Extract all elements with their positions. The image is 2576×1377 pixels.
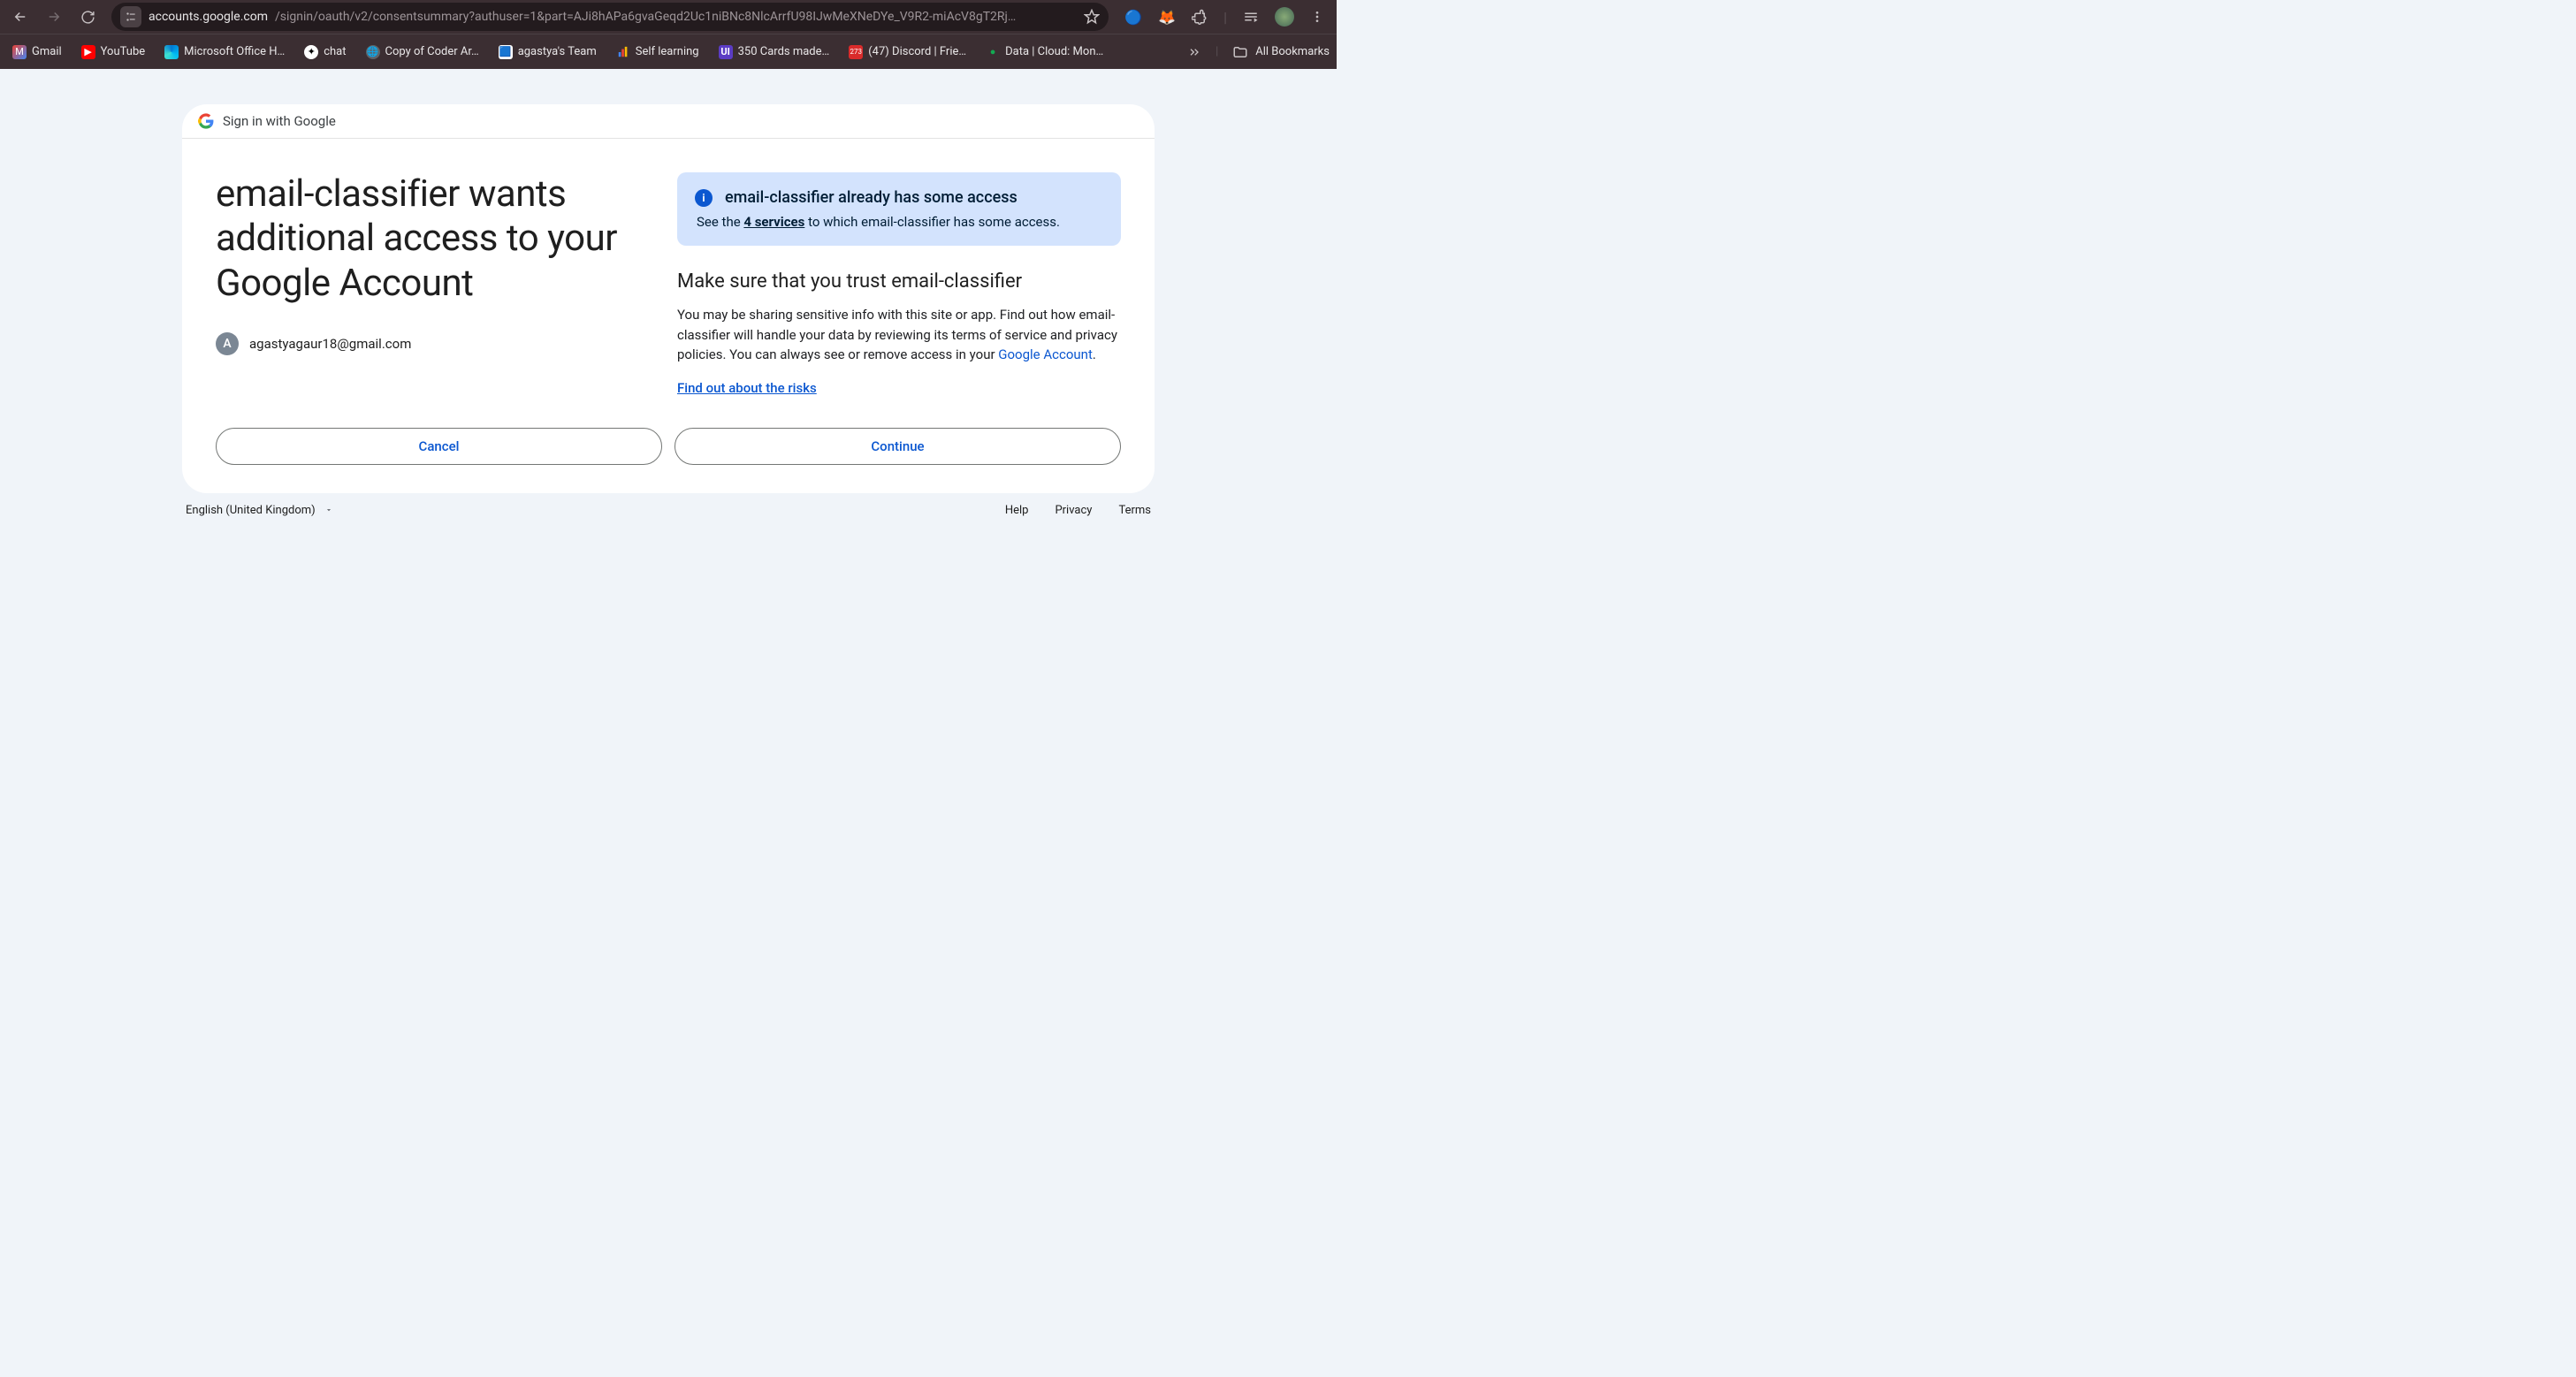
url-path: /signin/oauth/v2/consentsummary?authuser… bbox=[275, 10, 1016, 24]
bookmark-discord[interactable]: 273 (47) Discord | Frie… bbox=[843, 42, 972, 63]
star-icon[interactable] bbox=[1084, 9, 1100, 25]
privacy-link[interactable]: Privacy bbox=[1055, 504, 1092, 517]
page-content: Sign in with Google email-classifier wan… bbox=[0, 69, 1337, 714]
back-button[interactable] bbox=[5, 2, 35, 32]
google-logo-icon bbox=[198, 113, 214, 129]
chrome-actions: 🔵 🦊 | bbox=[1117, 7, 1331, 27]
team-icon: 🟦 bbox=[499, 45, 513, 59]
discord-icon: 273 bbox=[849, 45, 863, 59]
consent-left-column: email-classifier wants additional access… bbox=[216, 172, 668, 396]
site-info-icon[interactable] bbox=[120, 6, 141, 27]
bookmark-youtube[interactable]: ▶ YouTube bbox=[76, 42, 151, 63]
profile-avatar-icon[interactable] bbox=[1275, 7, 1294, 27]
bookmark-mongo[interactable]: ● Data | Cloud: Mon… bbox=[980, 42, 1109, 63]
continue-button[interactable]: Continue bbox=[674, 428, 1121, 465]
bookmark-ms-office[interactable]: Microsoft Office H… bbox=[159, 42, 290, 63]
youtube-icon: ▶ bbox=[81, 45, 95, 59]
terms-link[interactable]: Terms bbox=[1118, 504, 1151, 517]
language-select[interactable]: English (United Kingdom) bbox=[186, 504, 333, 517]
mongodb-icon: ● bbox=[986, 45, 1000, 59]
bookmark-gmail[interactable]: M Gmail bbox=[7, 42, 67, 63]
bookmark-cards[interactable]: UI 350 Cards made… bbox=[713, 42, 835, 63]
folder-icon bbox=[1232, 44, 1248, 60]
analytics-icon bbox=[616, 45, 630, 59]
trust-text: You may be sharing sensitive info with t… bbox=[677, 305, 1121, 365]
address-bar[interactable]: accounts.google.com/signin/oauth/v2/cons… bbox=[111, 3, 1109, 31]
menu-icon[interactable] bbox=[1310, 10, 1324, 24]
cards-icon: UI bbox=[719, 45, 733, 59]
action-buttons: Cancel Continue bbox=[182, 412, 1155, 493]
bookmark-team[interactable]: 🟦 agastya's Team bbox=[493, 42, 602, 63]
risks-link[interactable]: Find out about the risks bbox=[677, 380, 817, 396]
chevron-down-icon bbox=[324, 506, 333, 514]
existing-access-title: email-classifier already has some access bbox=[725, 188, 1017, 207]
extension-icon-1[interactable]: 🔵 bbox=[1124, 9, 1142, 26]
sign-in-with-google-label: Sign in with Google bbox=[223, 113, 336, 129]
footer-links: Help Privacy Terms bbox=[1005, 504, 1151, 517]
all-bookmarks-button[interactable]: All Bookmarks bbox=[1232, 44, 1330, 60]
extensions-icon[interactable] bbox=[1192, 9, 1208, 25]
office-icon bbox=[164, 45, 179, 59]
bookmarks-bar: M Gmail ▶ YouTube Microsoft Office H… ✦ … bbox=[0, 34, 1337, 69]
avatar: A bbox=[216, 332, 239, 355]
help-link[interactable]: Help bbox=[1005, 504, 1029, 517]
info-icon: i bbox=[695, 189, 713, 207]
consent-right-column: i email-classifier already has some acce… bbox=[668, 172, 1121, 396]
nav-bar: accounts.google.com/signin/oauth/v2/cons… bbox=[0, 0, 1337, 34]
services-link[interactable]: 4 services bbox=[743, 214, 804, 230]
music-icon[interactable] bbox=[1243, 9, 1259, 25]
globe-icon: 🌐 bbox=[366, 45, 380, 59]
bookmark-self-learning[interactable]: Self learning bbox=[611, 42, 705, 63]
account-email: agastyagaur18@gmail.com bbox=[249, 336, 411, 352]
existing-access-info: i email-classifier already has some acce… bbox=[677, 172, 1121, 246]
existing-access-text: See the 4 services to which email-classi… bbox=[695, 214, 1103, 230]
language-label: English (United Kingdom) bbox=[186, 504, 316, 517]
google-account-link[interactable]: Google Account bbox=[998, 346, 1093, 362]
consent-card: Sign in with Google email-classifier wan… bbox=[182, 104, 1155, 493]
url-host: accounts.google.com bbox=[149, 10, 268, 24]
extension-icon-2[interactable]: 🦊 bbox=[1158, 9, 1176, 26]
card-header: Sign in with Google bbox=[182, 104, 1155, 139]
bookmarks-overflow-icon[interactable] bbox=[1187, 45, 1201, 59]
reload-button[interactable] bbox=[72, 2, 103, 32]
trust-heading: Make sure that you trust email-classifie… bbox=[677, 270, 1121, 293]
bookmark-coder[interactable]: 🌐 Copy of Coder Ar… bbox=[361, 42, 484, 63]
account-identifier[interactable]: A agastyagaur18@gmail.com bbox=[216, 332, 668, 355]
chat-icon: ✦ bbox=[304, 45, 318, 59]
bookmark-chat[interactable]: ✦ chat bbox=[299, 42, 351, 63]
consent-heading: email-classifier wants additional access… bbox=[216, 172, 668, 306]
footer: English (United Kingdom) Help Privacy Te… bbox=[182, 504, 1155, 517]
cancel-button[interactable]: Cancel bbox=[216, 428, 662, 465]
browser-chrome: accounts.google.com/signin/oauth/v2/cons… bbox=[0, 0, 1337, 69]
gmail-icon: M bbox=[12, 45, 27, 59]
forward-button[interactable] bbox=[39, 2, 69, 32]
